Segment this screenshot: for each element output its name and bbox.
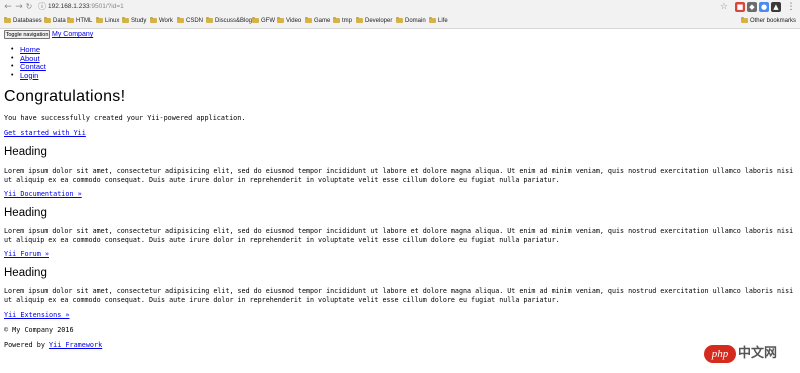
folder-icon [206, 17, 213, 23]
reload-icon[interactable]: ↻ [24, 2, 34, 12]
folder-icon [44, 17, 51, 23]
body-line: Lorem ipsum dolor sit amet, consectetur … [4, 167, 794, 175]
bookmark-folder[interactable]: GFW [252, 15, 275, 27]
body-line: ut aliquip ex ea commodo consequat. Duis… [4, 295, 560, 304]
folder-icon [429, 17, 436, 23]
folder-icon [277, 17, 284, 23]
yii-documentation-link[interactable]: Yii Documentation » [4, 190, 82, 199]
powered-prefix: Powered by [4, 341, 50, 349]
folder-icon [396, 17, 403, 23]
folder-icon [177, 17, 184, 23]
folder-icon [333, 17, 340, 23]
folder-icon [356, 17, 363, 23]
yii-extensions-link[interactable]: Yii Extensions » [4, 311, 69, 320]
section-body: Lorem ipsum dolor sit amet, consectetur … [4, 167, 794, 184]
page-title: Congratulations! [4, 88, 126, 105]
forward-icon[interactable]: → [14, 2, 24, 12]
extension-dark-icon[interactable]: ▲ [771, 2, 781, 12]
bookmark-folder[interactable]: Work [150, 15, 173, 27]
watermark-logo: php 中文网 [704, 343, 794, 369]
copyright-text: © My Company 2016 [4, 326, 74, 334]
section-heading: Heading [4, 146, 47, 158]
bookmark-folder[interactable]: Study [122, 15, 146, 27]
body-line: ut aliquip ex ea commodo consequat. Duis… [4, 175, 560, 184]
bookmark-folder[interactable]: CSDN [177, 15, 203, 27]
yii-forum-link[interactable]: Yii Forum » [4, 250, 49, 259]
extension-gray-icon[interactable]: ◆ [747, 2, 757, 12]
folder-icon [96, 17, 103, 23]
watermark-text: 中文网 [738, 346, 778, 361]
folder-icon [122, 17, 129, 23]
bookmark-folder[interactable]: Video [277, 15, 301, 27]
bookmark-folder[interactable]: tmp [333, 15, 352, 27]
folder-icon [252, 17, 259, 23]
folder-icon [305, 17, 312, 23]
body-line: Lorem ipsum dolor sit amet, consectetur … [4, 287, 794, 295]
browser-toolbar: ← → ↻ ⓘ 192.168.1.233:9501/?id=1 ☆ ■ ◆ ●… [0, 0, 800, 14]
bookmark-folder[interactable]: Developer [356, 15, 392, 27]
bookmarks-bar: Databases Data HTML Linux Study Work CSD… [0, 14, 800, 28]
toggle-navigation-button[interactable]: Toggle navigation [4, 30, 50, 39]
bookmark-folder[interactable]: Linux [96, 15, 119, 27]
bookmark-folder[interactable]: Domain [396, 15, 426, 27]
nav-link-login[interactable]: Login [20, 71, 38, 80]
powered-by: Powered by Yii Framework [4, 341, 102, 350]
body-line: ut aliquip ex ea commodo consequat. Duis… [4, 235, 560, 244]
address-bar[interactable]: ⓘ 192.168.1.233:9501/?id=1 ☆ [36, 1, 732, 13]
folder-icon [4, 17, 11, 23]
bookmark-folder[interactable]: Discuss&Blog [206, 15, 252, 27]
url-path: :9501/?id=1 [89, 3, 124, 10]
section-heading: Heading [4, 207, 47, 219]
bookmark-folder[interactable]: Game [305, 15, 330, 27]
brand-link[interactable]: My Company [52, 30, 93, 40]
browser-chrome: ← → ↻ ⓘ 192.168.1.233:9501/?id=1 ☆ ■ ◆ ●… [0, 0, 800, 29]
bookmark-folder[interactable]: HTML [67, 15, 92, 27]
folder-icon [740, 17, 748, 23]
url-text[interactable]: 192.168.1.233:9501/?id=1 [48, 1, 124, 13]
nav-menu: Home About Contact Login [8, 45, 46, 81]
extension-red-icon[interactable]: ■ [735, 2, 745, 12]
other-bookmarks[interactable]: Other bookmarks [740, 15, 796, 27]
nav-item-login: Login [8, 71, 46, 81]
folder-icon [150, 17, 157, 23]
page-content: Toggle navigation My Company Home About … [0, 28, 800, 373]
lead-text: You have successfully created your Yii-p… [4, 114, 246, 122]
folder-icon [67, 17, 74, 23]
section-body: Lorem ipsum dolor sit amet, consectetur … [4, 227, 794, 244]
section-body: Lorem ipsum dolor sit amet, consectetur … [4, 287, 794, 304]
body-line: Lorem ipsum dolor sit amet, consectetur … [4, 227, 794, 235]
bookmark-folder[interactable]: Data [44, 15, 66, 27]
php-badge: php [704, 345, 736, 363]
yii-framework-link[interactable]: Yii Framework [49, 341, 102, 349]
bookmark-folder[interactable]: Life [429, 15, 448, 27]
bookmark-star-icon[interactable]: ☆ [720, 1, 728, 13]
section-heading: Heading [4, 267, 47, 279]
url-host: 192.168.1.233 [48, 3, 90, 10]
menu-icon[interactable]: ⋮ [786, 2, 796, 12]
back-icon[interactable]: ← [3, 2, 13, 12]
page-info-icon[interactable]: ⓘ [38, 1, 46, 13]
extension-blue-icon[interactable]: ● [759, 2, 769, 12]
get-started-link[interactable]: Get started with Yii [4, 129, 86, 138]
bookmark-folder[interactable]: Databases [4, 15, 42, 27]
